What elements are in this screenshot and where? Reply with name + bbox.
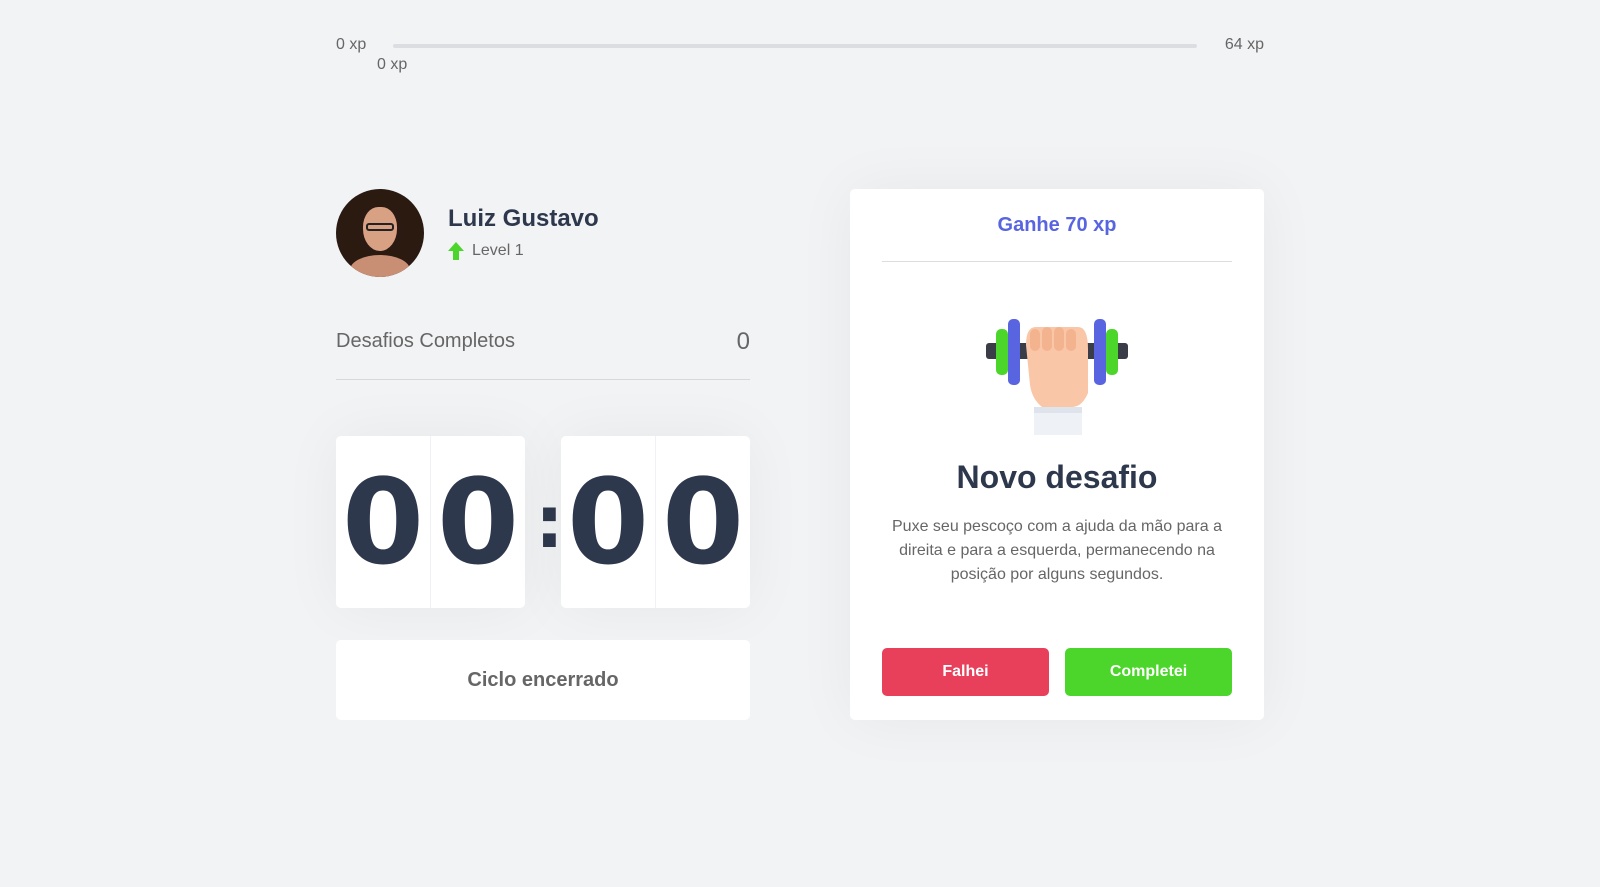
left-column: Luiz Gustavo Level 1 Desafios Completos … [336, 189, 750, 720]
xp-progress-track [393, 44, 1197, 48]
app-container: 0 xp 0 xp 64 xp Luiz Gustavo Level 1 Des… [336, 0, 1264, 887]
profile: Luiz Gustavo Level 1 [336, 189, 750, 277]
second-left-digit: 0 [561, 436, 656, 608]
minute-right-digit: 0 [436, 453, 520, 591]
level-up-arrow-icon [448, 242, 464, 260]
fail-button[interactable]: Falhei [882, 648, 1049, 696]
level-label: Level 1 [472, 242, 524, 259]
challenge-reward: Ganhe 70 xp [882, 189, 1232, 262]
challenge-title: Novo desafio [956, 459, 1158, 495]
xp-max-label: 64 xp [1224, 36, 1264, 53]
countdown-minutes: 0 0 [336, 436, 525, 608]
completed-challenges-label: Desafios Completos [336, 330, 515, 352]
profile-name: Luiz Gustavo [448, 205, 599, 232]
countdown-separator: : [535, 480, 564, 564]
countdown-seconds: 0 0 [561, 436, 750, 608]
cycle-finished-button[interactable]: Ciclo encerrado [336, 640, 750, 720]
dumbbell-icon [986, 319, 1128, 435]
xp-min-label: 0 xp [336, 36, 367, 53]
experience-bar: 0 xp 0 xp 64 xp [336, 36, 1264, 96]
challenge-card: Ganhe 70 xp Novo desafio Puxe seu pescoç… [850, 189, 1264, 720]
avatar [336, 189, 424, 277]
challenge-description: Puxe seu pescoço com a ajuda da mão para… [892, 518, 1222, 583]
xp-current-label: 0 xp [377, 56, 408, 73]
complete-button[interactable]: Completei [1065, 648, 1232, 696]
second-right-digit: 0 [661, 453, 745, 591]
profile-level: Level 1 [448, 242, 524, 260]
minute-left-digit: 0 [336, 436, 431, 608]
countdown: 0 0 : 0 0 [336, 436, 750, 608]
completed-challenges: Desafios Completos 0 [336, 328, 750, 380]
completed-challenges-count: 0 [736, 328, 750, 355]
